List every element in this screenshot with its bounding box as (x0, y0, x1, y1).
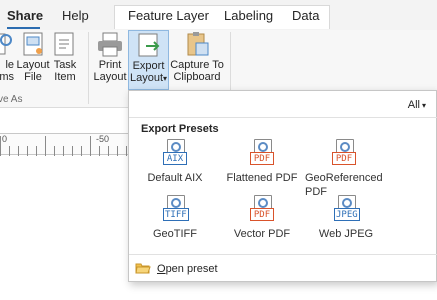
file-badge: PDF (332, 152, 356, 165)
preset-default-aix[interactable]: AIX Default AIX (133, 139, 217, 185)
preset-label: Flattened PDF (226, 172, 298, 184)
preset-flattened-pdf[interactable]: PDF Flattened PDF (220, 139, 304, 185)
preset-label: GeoTIFF (152, 228, 197, 240)
export-layout-button[interactable]: Export Layout▾ (128, 30, 169, 90)
tab-help[interactable]: Help (62, 8, 89, 23)
pdf-file-icon: PDF (249, 139, 275, 169)
open-preset-button[interactable]: Open preset (135, 258, 218, 280)
button-label-top: Task (53, 59, 77, 71)
file-badge: JPEG (334, 208, 360, 221)
button-label-top: Export (132, 60, 165, 72)
button-label-bottom: Layout▾ (130, 72, 167, 85)
preset-web-jpeg[interactable]: JPEG Web JPEG (304, 195, 388, 241)
button-label-top: Layout (16, 59, 50, 71)
save-as-partial-button[interactable]: le ms (0, 30, 14, 90)
jpeg-file-icon: JPEG (333, 195, 360, 225)
preset-vector-pdf[interactable]: PDF Vector PDF (220, 195, 304, 241)
open-preset-text: pen preset (165, 263, 218, 275)
tab-share[interactable]: Share (7, 8, 43, 23)
layout-file-icon (18, 31, 48, 59)
tab-data[interactable]: Data (292, 8, 319, 23)
preset-label: Default AIX (147, 172, 203, 184)
open-preset-label: Open preset (157, 263, 218, 275)
tab-labeling[interactable]: Labeling (224, 8, 273, 23)
button-label-top: Print (98, 59, 122, 71)
button-label-bottom: Item (54, 71, 76, 83)
geo-pdf-file-icon: PDF (331, 139, 357, 169)
ribbon-divider (88, 32, 89, 104)
clipboard-icon (182, 31, 212, 59)
divider (129, 254, 437, 255)
filter-value: All (407, 99, 420, 111)
mnemonic-char: O (157, 263, 166, 275)
pdf-file-icon: PDF (249, 195, 275, 225)
file-gear-icon (0, 31, 15, 59)
button-label-top: Capture To (170, 59, 224, 71)
open-folder-icon (135, 261, 151, 278)
button-label-bottom: Clipboard (173, 71, 221, 83)
export-layout-label: Layout (129, 72, 163, 84)
preset-georeferenced-pdf[interactable]: PDF GeoReferenced PDF (305, 139, 389, 199)
button-label-top: le (5, 59, 14, 71)
save-as-group-label: ve As (0, 94, 23, 105)
divider (129, 117, 437, 118)
file-badge: PDF (250, 208, 274, 221)
tab-feature-layer[interactable]: Feature Layer (128, 8, 209, 23)
aix-file-icon: AIX (162, 139, 188, 169)
chevron-down-icon: ▾ (421, 100, 426, 110)
active-tab-indicator (7, 27, 40, 29)
preset-filter-select[interactable]: All ▾ (376, 95, 430, 115)
file-badge: AIX (163, 152, 187, 165)
print-layout-button[interactable]: Print Layout (92, 30, 128, 90)
export-arrow-icon (134, 32, 164, 60)
button-label-bottom: Layout (93, 71, 127, 83)
file-badge: TIFF (163, 208, 189, 221)
save-layout-file-button[interactable]: Layout File (16, 30, 50, 90)
chevron-down-icon: ▾ (163, 74, 168, 83)
ribbon-tab-bar: Share Help Feature Layer Labeling Data (0, 0, 437, 30)
section-title: Export Presets (141, 123, 219, 135)
export-presets-dropdown: All ▾ Export Presets AIX Default AIX PDF… (128, 90, 437, 282)
save-task-item-button[interactable]: Task Item (52, 30, 78, 90)
button-label-bottom: ms (0, 71, 14, 83)
preset-label: Web JPEG (318, 228, 374, 240)
task-item-icon (50, 31, 80, 59)
tiff-file-icon: TIFF (162, 195, 189, 225)
ruler-label: 0 (2, 134, 8, 144)
button-label-bottom: File (24, 71, 42, 83)
capture-to-clipboard-button[interactable]: Capture To Clipboard (170, 30, 224, 90)
file-badge: PDF (250, 152, 274, 165)
preset-label: Vector PDF (233, 228, 291, 240)
printer-icon (95, 31, 125, 59)
ruler-label: -50 (96, 134, 110, 144)
preset-geotiff[interactable]: TIFF GeoTIFF (133, 195, 217, 241)
